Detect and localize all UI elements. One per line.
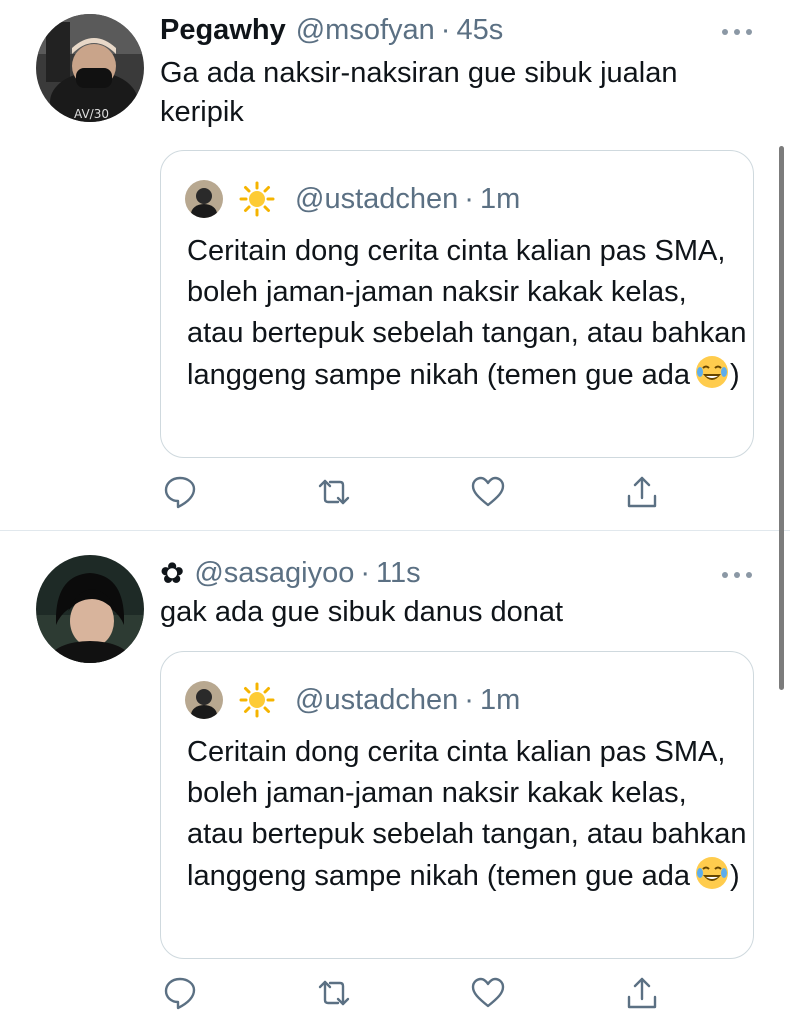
svg-text:AV/30: AV/30 [74, 107, 109, 121]
tweet-actions [160, 975, 680, 1015]
avatar[interactable]: AV/30 [36, 14, 144, 122]
face-with-tears-of-joy-icon [696, 857, 729, 889]
quoted-tweet-header: @ustadchen · 1m [185, 179, 520, 219]
quoted-text: Ceritain dong cerita cinta kalian pas SM… [187, 231, 747, 396]
quoted-text-body: Ceritain dong cerita cinta kalian pas SM… [187, 235, 747, 391]
like-icon[interactable] [470, 474, 506, 510]
quoted-text-end: ) [730, 860, 740, 892]
quoted-avatar [185, 681, 223, 719]
tweet-header: ✿ @sasagiyoo · 11s [160, 553, 421, 593]
tweet[interactable]: ✿ @sasagiyoo · 11s gak ada gue sibuk dan… [0, 531, 790, 1024]
share-icon[interactable] [624, 975, 660, 1011]
reply-icon[interactable] [162, 975, 198, 1011]
retweet-icon[interactable] [316, 474, 352, 510]
quoted-timestamp: 1m [479, 683, 521, 716]
quoted-text-body: Ceritain dong cerita cinta kalian pas SM… [187, 736, 747, 892]
more-icon[interactable] [722, 565, 752, 585]
sun-icon [239, 181, 275, 217]
display-name[interactable]: ✿ [160, 556, 184, 591]
tweet-text: gak ada gue sibuk danus donat [160, 596, 564, 628]
quoted-handle: @ustadchen [295, 182, 459, 215]
tweet-header: Pegawhy @msofyan · 45s [160, 10, 503, 50]
share-icon[interactable] [624, 474, 660, 510]
timestamp[interactable]: 11s [376, 557, 421, 590]
display-name[interactable]: Pegawhy [160, 14, 286, 47]
user-handle[interactable]: @msofyan [296, 14, 435, 47]
avatar[interactable] [36, 555, 144, 663]
quoted-avatar [185, 180, 223, 218]
face-with-tears-of-joy-icon [696, 356, 729, 388]
quoted-tweet[interactable]: @ustadchen · 1m Ceritain dong cerita cin… [160, 150, 754, 458]
quoted-text-end: ) [730, 359, 740, 391]
separator-dot: · [440, 13, 451, 46]
separator-dot: · [464, 683, 474, 716]
timestamp[interactable]: 45s [456, 14, 503, 47]
tweet-text: Ga ada naksir-naksiran gue sibuk jualan … [160, 57, 678, 128]
quoted-timestamp: 1m [479, 182, 521, 215]
tweet-actions [160, 474, 680, 514]
separator-dot: · [360, 556, 371, 589]
sun-icon [239, 682, 275, 718]
like-icon[interactable] [470, 975, 506, 1011]
quoted-tweet[interactable]: @ustadchen · 1m Ceritain dong cerita cin… [160, 651, 754, 959]
retweet-icon[interactable] [316, 975, 352, 1011]
quoted-text: Ceritain dong cerita cinta kalian pas SM… [187, 732, 747, 897]
user-handle[interactable]: @sasagiyoo [194, 557, 354, 590]
separator-dot: · [464, 182, 474, 215]
tweet[interactable]: AV/30 Pegawhy @msofyan · 45s Ga ada naks… [0, 0, 790, 530]
scrollbar[interactable] [779, 146, 784, 690]
quoted-tweet-header: @ustadchen · 1m [185, 680, 520, 720]
more-icon[interactable] [722, 22, 752, 42]
quoted-handle: @ustadchen [295, 683, 459, 716]
reply-icon[interactable] [162, 474, 198, 510]
